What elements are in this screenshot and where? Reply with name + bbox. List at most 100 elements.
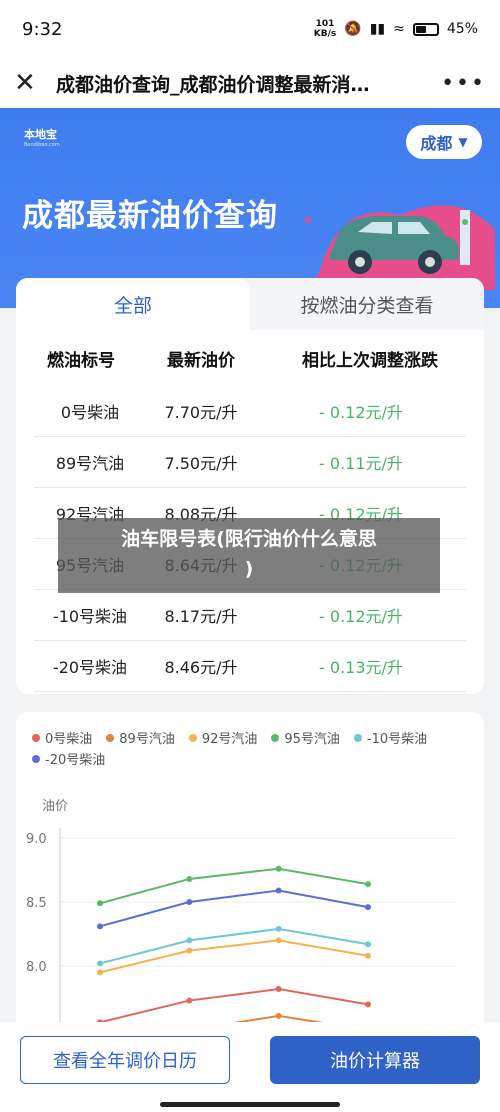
logo: 本地宝 Bendibao.com	[24, 126, 60, 148]
legend-label: -20号柴油	[45, 753, 106, 768]
data-point[interactable]	[365, 1001, 371, 1008]
header-price: 最新油价	[167, 350, 235, 371]
legend-item[interactable]: 0号柴油	[32, 728, 92, 747]
wifi-icon: ≈	[393, 21, 405, 37]
data-point[interactable]	[275, 986, 282, 993]
data-point[interactable]	[186, 947, 193, 954]
legend-label: 89号汽油	[119, 732, 175, 747]
overlay-line-2: )	[244, 558, 254, 580]
legend-dot	[188, 733, 197, 742]
series-line	[99, 889, 369, 928]
data-point[interactable]	[97, 923, 103, 930]
series-line	[99, 867, 369, 905]
data-point[interactable]	[365, 904, 371, 911]
data-point[interactable]	[97, 900, 103, 907]
page-title: 成都油价查询_成都油价调整最新消…	[56, 73, 370, 96]
net-speed-value: 101	[315, 19, 335, 29]
legend-label: 92号汽油	[201, 732, 258, 747]
y-tick-label: 9.0	[26, 832, 47, 847]
more-icon[interactable]: •••	[441, 71, 486, 96]
hero-title: 成都最新油价查询	[22, 198, 278, 234]
data-point[interactable]	[97, 960, 103, 967]
signal-icon: ▮▮	[369, 21, 386, 37]
fuel-price: 7.50元/升	[164, 454, 238, 473]
data-point[interactable]	[97, 969, 103, 976]
home-indicator	[160, 1102, 340, 1107]
legend-item[interactable]: 95号汽油	[271, 728, 340, 747]
y-tick-label: 8.0	[26, 960, 47, 975]
data-point[interactable]	[275, 925, 282, 932]
legend-item[interactable]: -20号柴油	[32, 749, 105, 768]
legend-dot	[106, 733, 115, 742]
net-speed-unit: KB/s	[313, 29, 337, 39]
data-point[interactable]	[275, 887, 282, 894]
data-point[interactable]	[365, 952, 371, 959]
data-point[interactable]	[365, 881, 371, 888]
data-point[interactable]	[186, 997, 193, 1004]
legend-label: -10号柴油	[366, 732, 428, 747]
legend-item[interactable]: 89号汽油	[106, 728, 175, 747]
legend-dot	[32, 733, 40, 742]
chart-legend: 0号柴油 89号汽油 92号汽油 95号汽油 -10号柴油 -20号柴油	[16, 712, 484, 768]
table-row: 0号柴油 7.70元/升 - 0.12元/升	[34, 386, 466, 437]
logo-text: 本地宝	[24, 128, 57, 141]
table-row: -20号柴油 8.46元/升 - 0.13元/升	[34, 641, 466, 692]
price-chart: 0号柴油 89号汽油 92号汽油 95号汽油 -10号柴油 -20号柴油 油价 9.0 8.5…	[16, 712, 484, 1032]
car-illustration	[304, 205, 495, 290]
legend-item[interactable]: 92号汽油	[188, 728, 258, 747]
legend-dot	[353, 733, 362, 742]
mute-icon: 🔕	[344, 21, 362, 37]
price-change: - 0.13元/升	[319, 658, 403, 677]
legend-item[interactable]: -10号柴油	[353, 728, 428, 747]
data-point[interactable]	[275, 1012, 282, 1019]
nav-bar: ✕ 成都油价查询_成都油价调整最新消… •••	[0, 58, 500, 108]
legend-dot	[271, 733, 280, 742]
logo-subtext: Bendibao.com	[24, 142, 60, 148]
price-change: - 0.11元/升	[319, 454, 403, 473]
table-row: -10号柴油 8.17元/升 - 0.12元/升	[34, 590, 466, 641]
legend-label: 0号柴油	[45, 732, 93, 747]
data-point[interactable]	[186, 937, 193, 944]
tab-bar: 全部 按燃油分类查看	[16, 278, 484, 330]
city-label: 成都	[420, 134, 453, 153]
data-point[interactable]	[275, 865, 282, 872]
overlay-line-1: 油车限号表(限行油价什么意思	[121, 528, 377, 550]
battery-level	[415, 25, 426, 33]
tab-all[interactable]: 全部	[16, 278, 250, 330]
data-point[interactable]	[365, 941, 371, 948]
bottom-bar: 查看全年调价日历 油价计算器	[0, 1022, 500, 1112]
data-point[interactable]	[186, 875, 193, 882]
data-point[interactable]	[275, 937, 282, 944]
tab-by-fuel[interactable]: 按燃油分类查看	[250, 278, 484, 330]
fuel-name: 0号柴油	[60, 403, 120, 422]
fuel-price: 8.46元/升	[164, 658, 238, 677]
price-change: - 0.12元/升	[319, 403, 403, 422]
close-icon[interactable]: ✕	[14, 68, 46, 98]
battery-percent: 45%	[446, 21, 478, 37]
price-panel: 全部 按燃油分类查看 燃油标号 最新油价 相比上次调整涨跌 0号柴油 7.70元/…	[16, 278, 484, 694]
status-time: 9:32	[22, 18, 63, 40]
data-point[interactable]	[186, 899, 193, 905]
header-change: 相比上次调整涨跌	[302, 350, 438, 371]
price-calculator-button[interactable]: 油价计算器	[270, 1036, 480, 1084]
price-change: - 0.12元/升	[319, 607, 403, 626]
header-fuel: 燃油标号	[47, 350, 115, 371]
y-tick-label: 8.5	[26, 896, 47, 911]
year-calendar-button[interactable]: 查看全年调价日历	[20, 1036, 230, 1084]
fuel-price: 7.70元/升	[164, 403, 238, 422]
net-speed: 101 KB/s	[314, 19, 336, 39]
series-line	[99, 988, 369, 1024]
series-line	[99, 939, 369, 974]
line-chart: 油价9.08.58.07.5	[26, 799, 456, 1032]
table-row: 89号汽油 7.50元/升 - 0.11元/升	[34, 437, 466, 488]
fuel-name: 89号汽油	[55, 454, 125, 473]
fuel-price: 8.17元/升	[164, 607, 238, 626]
y-axis-label: 油价	[42, 799, 68, 814]
fuel-name: -10号柴油	[52, 607, 128, 626]
city-selector[interactable]: 成都 ▼	[406, 125, 482, 159]
status-bar: 9:32 101 KB/s 🔕 ▮▮ ≈ 45%	[0, 0, 500, 58]
status-icons: 101 KB/s 🔕 ▮▮ ≈ 45%	[314, 19, 478, 39]
battery-icon	[412, 22, 439, 36]
legend-dot	[32, 754, 40, 763]
legend-label: 95号汽油	[284, 732, 340, 747]
